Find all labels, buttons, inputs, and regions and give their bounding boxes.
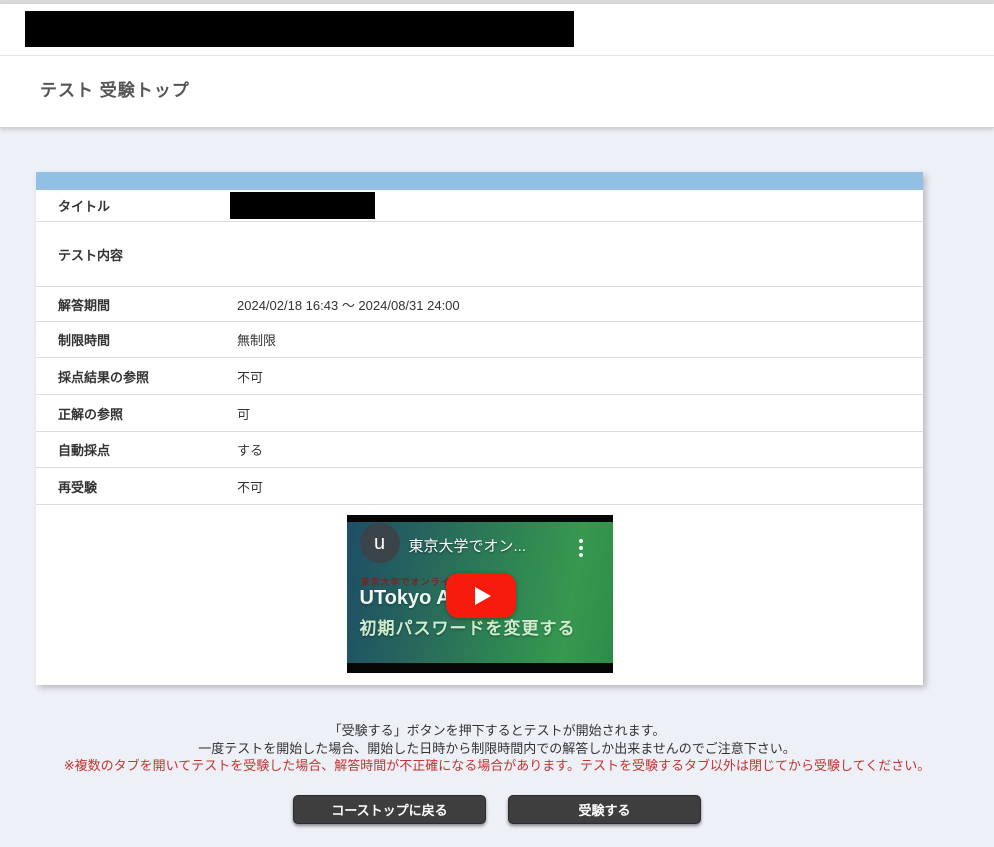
row-value xyxy=(237,192,923,219)
table-row-answer-period: 解答期間 2024/02/18 16:43 ～ 2024/08/31 24:00 xyxy=(36,287,923,322)
table-row-score-reference: 採点結果の参照 不可 xyxy=(36,358,923,395)
page-header: テスト 受験トップ xyxy=(0,4,994,128)
table-row-answers-reference: 正解の参照 可 xyxy=(36,395,923,432)
row-label: 正解の参照 xyxy=(36,404,237,423)
row-label: 採点結果の参照 xyxy=(36,367,237,386)
row-value: する xyxy=(237,440,923,459)
table-row-auto-grading: 自動採点 する xyxy=(36,432,923,468)
test-exam-top-page: テスト 受験トップ タイトル テスト内容 解答期間 2024/02/18 16:… xyxy=(0,0,994,847)
youtube-video-embed[interactable]: 東京大学でオンライン授... UTokyo A 初期パスワードを変更する u 東… xyxy=(347,515,613,673)
table-header-bar xyxy=(36,172,923,190)
row-label: テスト内容 xyxy=(36,245,237,264)
play-triangle-icon xyxy=(475,587,491,605)
video-letterbox-bottom xyxy=(347,663,613,673)
row-value: 2024/02/18 16:43 ～ 2024/08/31 24:00 xyxy=(237,295,923,314)
channel-avatar-letter: u xyxy=(374,532,385,555)
redacted-test-title xyxy=(230,192,375,219)
table-row-time-limit: 制限時間 無制限 xyxy=(36,322,923,358)
row-value: 無制限 xyxy=(237,330,923,349)
youtube-play-icon[interactable] xyxy=(446,573,516,618)
row-label: 解答期間 xyxy=(36,295,237,314)
video-section: 東京大学でオンライン授... UTokyo A 初期パスワードを変更する u 東… xyxy=(36,505,923,685)
video-letterbox-top xyxy=(347,515,613,522)
page-title: テスト 受験トップ xyxy=(40,76,190,101)
thumbnail-heading: UTokyo A xyxy=(360,587,451,610)
redacted-course-name xyxy=(25,11,574,47)
table-row-test-content: テスト内容 xyxy=(36,222,923,287)
back-to-course-top-button[interactable]: コーストップに戻る xyxy=(293,795,486,824)
header-divider xyxy=(0,55,994,56)
row-value: 不可 xyxy=(237,367,923,386)
note-line-1: 「受験する」ボタンを押下するとテストが開始されます。 xyxy=(0,722,994,740)
row-label: 再受験 xyxy=(36,477,237,496)
channel-avatar[interactable]: u xyxy=(360,523,400,563)
warning-note: ※複数のタブを開いてテストを受験した場合、解答時間が不正確になる場合があります。… xyxy=(0,757,994,775)
table-row-title: タイトル xyxy=(36,190,923,222)
action-button-row: コーストップに戻る 受験する xyxy=(0,795,994,824)
row-label: 自動採点 xyxy=(36,440,237,459)
row-value: 不可 xyxy=(237,477,923,496)
video-title[interactable]: 東京大学でオン... xyxy=(409,535,527,556)
kebab-menu-icon[interactable] xyxy=(579,539,583,557)
row-label: 制限時間 xyxy=(36,330,237,349)
row-value: 可 xyxy=(237,404,923,423)
row-label: タイトル xyxy=(36,196,237,215)
take-test-button[interactable]: 受験する xyxy=(508,795,701,824)
note-line-2: 一度テストを開始した場合、開始した日時から制限時間内での解答しか出来ませんのでご… xyxy=(0,740,994,758)
test-info-card: タイトル テスト内容 解答期間 2024/02/18 16:43 ～ 2024/… xyxy=(36,172,923,685)
table-row-retake: 再受験 不可 xyxy=(36,468,923,505)
instruction-notes: 「受験する」ボタンを押下するとテストが開始されます。 一度テストを開始した場合、… xyxy=(0,722,994,775)
